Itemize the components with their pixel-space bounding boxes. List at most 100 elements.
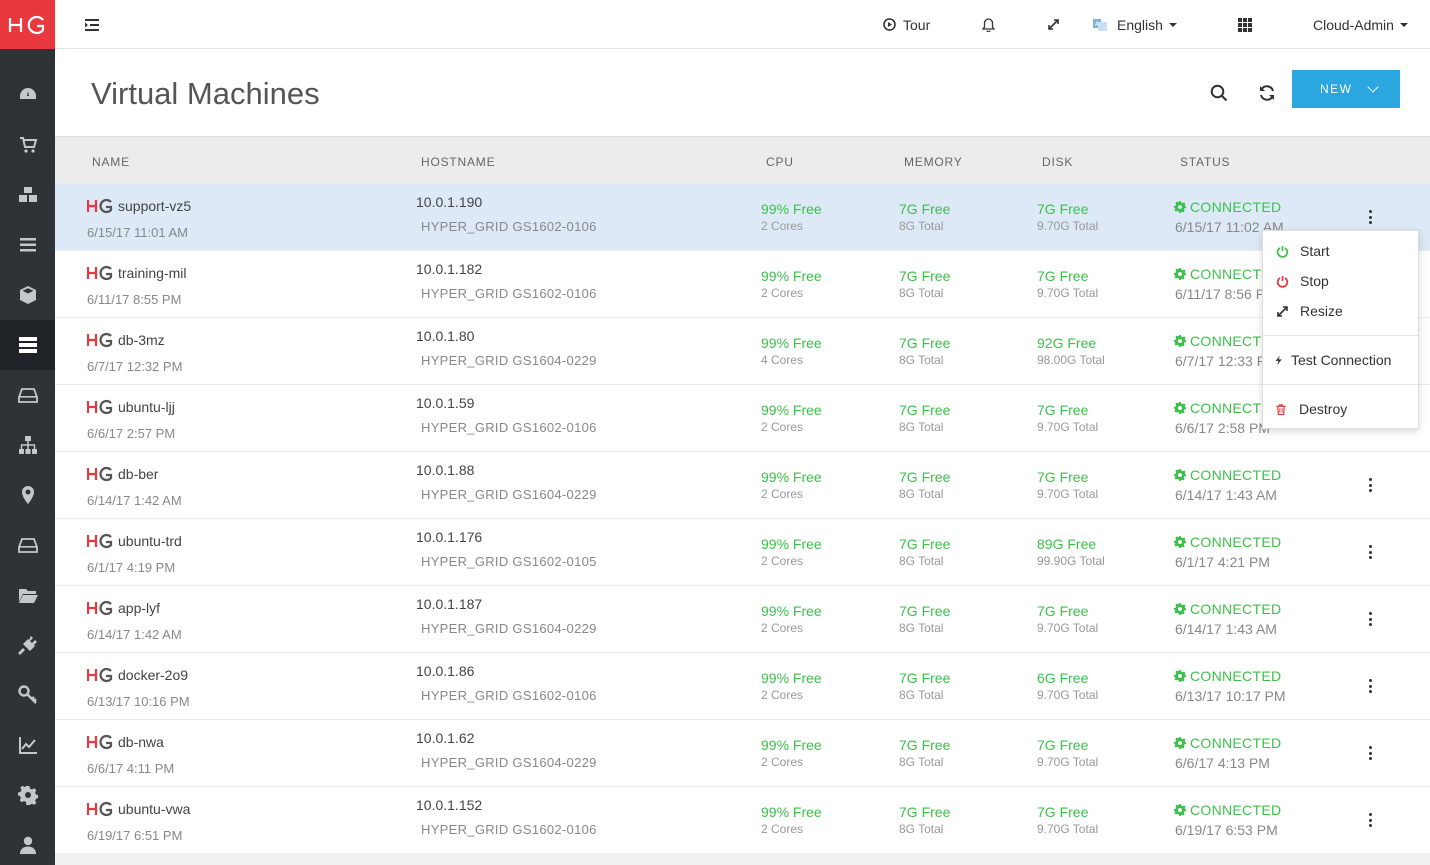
vm-name-cell[interactable]: app-lyf	[87, 600, 160, 616]
tour-button[interactable]: Tour	[883, 0, 930, 49]
menu-divider	[1263, 335, 1418, 336]
menu-item-destroy[interactable]: Destroy	[1263, 395, 1418, 423]
menu-item-resize[interactable]: Resize	[1263, 297, 1418, 325]
vm-name-cell[interactable]: db-3mz	[87, 332, 165, 348]
hg-logo-icon	[8, 15, 44, 34]
play-circle-icon	[883, 18, 896, 31]
vm-name-cell[interactable]: db-nwa	[87, 734, 164, 750]
vm-name-cell[interactable]: docker-2o9	[87, 667, 188, 683]
apps-button[interactable]	[1238, 0, 1252, 49]
cpu-cores: 2 Cores	[761, 487, 804, 501]
row-actions-button[interactable]	[1360, 543, 1380, 561]
table-row[interactable]: support-vz5 6/15/17 11:01 AM 10.0.1.190 …	[55, 184, 1430, 251]
memory-total: 8G Total	[899, 353, 944, 367]
column-header-name[interactable]: NAME	[92, 155, 130, 169]
sidebar-item-folders[interactable]	[0, 570, 55, 620]
table-row[interactable]: docker-2o9 6/13/17 10:16 PM 10.0.1.86 HY…	[55, 653, 1430, 720]
cpu-cores: 2 Cores	[761, 420, 804, 434]
sidebar-item-cart[interactable]	[0, 120, 55, 170]
disk-free: 89G Free	[1037, 536, 1097, 552]
memory-total: 8G Total	[899, 219, 944, 233]
vm-created-date: 6/1/17 4:19 PM	[87, 560, 176, 575]
search-button[interactable]	[1208, 82, 1230, 104]
caret-down-icon	[1399, 22, 1408, 27]
status-date: 6/13/17 10:17 PM	[1175, 688, 1286, 704]
sidebar-item-cube[interactable]	[0, 270, 55, 320]
menu-item-stop[interactable]: Stop	[1263, 267, 1418, 295]
row-actions-button[interactable]	[1360, 811, 1380, 829]
sidebar-item-storage[interactable]	[0, 370, 55, 420]
gear-icon	[1174, 335, 1186, 347]
sidebar-item-list[interactable]	[0, 220, 55, 270]
hg-logo[interactable]	[0, 0, 55, 49]
table-row[interactable]: db-ber 6/14/17 1:42 AM 10.0.1.88 HYPER_G…	[55, 452, 1430, 519]
row-actions-button[interactable]	[1360, 677, 1380, 695]
vm-created-date: 6/19/17 6:51 PM	[87, 828, 183, 843]
vm-name: support-vz5	[118, 198, 192, 214]
table-row[interactable]: app-lyf 6/14/17 1:42 AM 10.0.1.187 HYPER…	[55, 586, 1430, 653]
memory-total: 8G Total	[899, 755, 944, 769]
user-icon	[19, 836, 36, 854]
sidebar-item-plugins[interactable]	[0, 620, 55, 670]
user-menu[interactable]: Cloud-Admin	[1313, 0, 1408, 49]
vm-name-cell[interactable]: ubuntu-trd	[87, 533, 182, 549]
hg-vm-icon	[87, 667, 113, 683]
vm-name-cell[interactable]: db-ber	[87, 466, 158, 482]
vm-name-cell[interactable]: training-mil	[87, 265, 186, 281]
vm-ip-address: 10.0.1.182	[416, 261, 483, 277]
disk-total: 9.70G Total	[1037, 688, 1099, 702]
bell-icon	[982, 17, 995, 32]
memory-free: 7G Free	[899, 469, 951, 485]
sidebar-item-network[interactable]	[0, 420, 55, 470]
sidebar-item-users[interactable]	[0, 820, 55, 865]
disk-total: 9.70G Total	[1037, 621, 1099, 635]
table-row[interactable]: ubuntu-trd 6/1/17 4:19 PM 10.0.1.176 HYP…	[55, 519, 1430, 586]
status-text: CONNECTED	[1190, 668, 1282, 684]
sidebar-item-servers[interactable]	[0, 320, 55, 370]
column-header-hostname[interactable]: HOSTNAME	[421, 155, 495, 169]
sidebar-item-dashboard[interactable]	[0, 70, 55, 120]
vm-ip-address: 10.0.1.152	[416, 797, 483, 813]
vm-name-cell[interactable]: ubuntu-vwa	[87, 801, 190, 817]
table-row[interactable]: db-3mz 6/7/17 12:32 PM 10.0.1.80 HYPER_G…	[55, 318, 1430, 385]
menu-item-start[interactable]: Start	[1263, 237, 1418, 265]
menu-item-test-connection[interactable]: Test Connection	[1263, 346, 1418, 374]
status-date: 6/6/17 4:13 PM	[1175, 755, 1270, 771]
table-row[interactable]: training-mil 6/11/17 8:55 PM 10.0.1.182 …	[55, 251, 1430, 318]
column-header-status[interactable]: STATUS	[1180, 155, 1230, 169]
gear-icon	[1174, 804, 1186, 816]
sidebar-item-cubes[interactable]	[0, 170, 55, 220]
cpu-free: 99% Free	[761, 603, 822, 619]
memory-total: 8G Total	[899, 286, 944, 300]
language-selector[interactable]: A English	[1093, 0, 1177, 49]
refresh-button[interactable]	[1256, 82, 1278, 104]
column-header-disk[interactable]: DISK	[1042, 155, 1073, 169]
language-label: English	[1117, 16, 1163, 33]
row-actions-button[interactable]	[1360, 208, 1380, 226]
new-button[interactable]: NEW	[1292, 70, 1400, 108]
row-actions-button[interactable]	[1360, 476, 1380, 494]
disk-total: 99.90G Total	[1037, 554, 1105, 568]
menu-toggle-button[interactable]	[85, 0, 99, 49]
vm-created-date: 6/7/17 12:32 PM	[87, 359, 183, 374]
sidebar-item-locations[interactable]	[0, 470, 55, 520]
table-row[interactable]: ubuntu-vwa 6/19/17 6:51 PM 10.0.1.152 HY…	[55, 787, 1430, 854]
table-row[interactable]: ubuntu-ljj 6/6/17 2:57 PM 10.0.1.59 HYPE…	[55, 385, 1430, 452]
sidebar-item-drives[interactable]	[0, 520, 55, 570]
sidebar-item-reports[interactable]	[0, 720, 55, 770]
row-actions-button[interactable]	[1360, 610, 1380, 628]
vm-name-cell[interactable]: support-vz5	[87, 198, 191, 214]
row-actions-button[interactable]	[1360, 744, 1380, 762]
column-header-memory[interactable]: MEMORY	[904, 155, 963, 169]
sidebar	[0, 0, 55, 865]
top-bar: Tour A English Cloud-Admin	[55, 0, 1430, 49]
vm-name-cell[interactable]: ubuntu-ljj	[87, 399, 175, 415]
table-row[interactable]: db-nwa 6/6/17 4:11 PM 10.0.1.62 HYPER_GR…	[55, 720, 1430, 787]
cpu-cores: 2 Cores	[761, 822, 804, 836]
sidebar-item-settings[interactable]	[0, 770, 55, 820]
column-header-cpu[interactable]: CPU	[766, 155, 794, 169]
vm-name: training-mil	[118, 265, 187, 281]
sidebar-item-keys[interactable]	[0, 670, 55, 720]
fullscreen-button[interactable]	[1047, 0, 1060, 49]
notifications-button[interactable]	[982, 0, 995, 49]
